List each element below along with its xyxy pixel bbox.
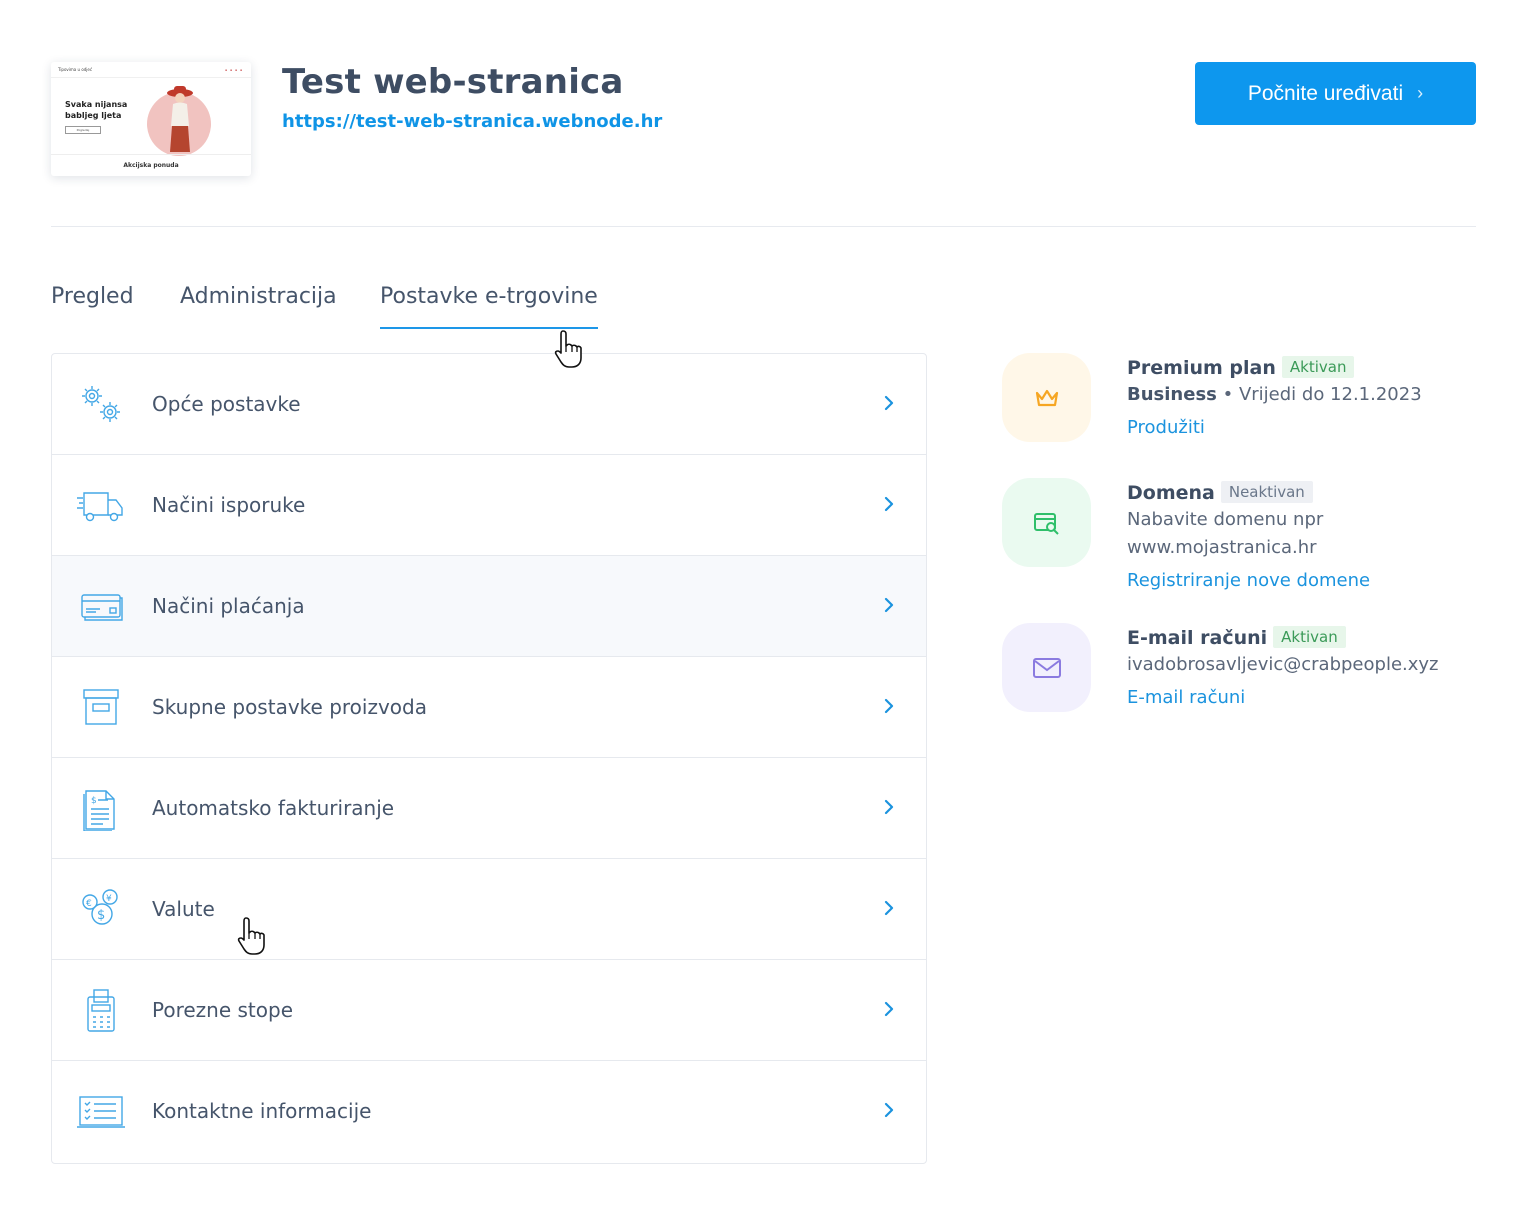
- payment-card-icon: [81, 594, 123, 621]
- status-badge: Neaktivan: [1220, 481, 1313, 503]
- product-box-icon: [83, 689, 119, 725]
- site-url-link[interactable]: https://test-web-stranica.webnode.hr: [282, 111, 662, 132]
- email-address: ivadobrosavljevic@crabpeople.xyz: [1127, 654, 1439, 675]
- list-item-label: Valute: [152, 897, 215, 921]
- list-item-label: Automatsko fakturiranje: [152, 796, 395, 820]
- email-accounts-title: E-mail računi Aktivan: [1127, 626, 1346, 649]
- plan-validity: • Vrijedi do 12.1.2023: [1222, 384, 1422, 405]
- crown-icon: [1035, 389, 1058, 406]
- chevron-right-icon: [884, 698, 894, 714]
- chevron-right-icon: [884, 1102, 894, 1118]
- page-title: Test web-stranica: [282, 62, 624, 102]
- email-accounts-link[interactable]: E-mail računi: [1127, 687, 1245, 708]
- extend-plan-link[interactable]: Produžiti: [1127, 417, 1205, 438]
- premium-plan-title: Premium plan Aktivan: [1127, 356, 1355, 379]
- header-divider: [51, 226, 1476, 227]
- list-item-currencies[interactable]: € ¥ $ Valute: [52, 859, 926, 960]
- premium-plan-icon-tile: [1002, 353, 1091, 442]
- domain-title-text: Domena: [1127, 482, 1215, 504]
- list-item-label: Kontaktne informacije: [152, 1099, 372, 1123]
- site-thumbnail[interactable]: Tipovima u odjeć ▪ ▪ ▪ ▪ Svaka nijansa b…: [51, 62, 251, 176]
- thumbnail-model-image: [167, 86, 193, 152]
- email-accounts-title-text: E-mail računi: [1127, 627, 1268, 649]
- svg-text:$: $: [97, 908, 105, 923]
- status-badge: Aktivan: [1281, 356, 1355, 378]
- list-item-label: Načini plaćanja: [152, 594, 305, 618]
- chevron-right-icon: ›: [1417, 83, 1424, 103]
- list-item-delivery-methods[interactable]: Načini isporuke: [52, 455, 926, 556]
- list-item-label: Načini isporuke: [152, 493, 306, 517]
- chevron-right-icon: [884, 1001, 894, 1017]
- thumbnail-button: Pogledaj: [65, 126, 101, 134]
- list-item-label: Skupne postavke proizvoda: [152, 695, 427, 719]
- tab-overview[interactable]: Pregled: [51, 284, 134, 309]
- register-domain-link[interactable]: Registriranje nove domene: [1127, 570, 1370, 591]
- calculator-icon: [87, 989, 115, 1032]
- contact-checklist-icon: [77, 1096, 125, 1128]
- premium-plan-title-text: Premium plan: [1127, 357, 1276, 379]
- list-item-general-settings[interactable]: Opće postavke: [52, 354, 926, 455]
- svg-text:$: $: [91, 796, 97, 806]
- domain-icon-tile: [1002, 478, 1091, 567]
- plan-name: Business: [1127, 384, 1217, 405]
- svg-text:¥: ¥: [106, 894, 112, 904]
- list-item-bulk-product-settings[interactable]: Skupne postavke proizvoda: [52, 657, 926, 758]
- domain-hint-line-2: www.mojastranica.hr: [1127, 537, 1317, 558]
- list-item-payment-methods[interactable]: Načini plaćanja: [52, 556, 926, 657]
- list-item-label: Opće postavke: [152, 392, 301, 416]
- email-icon-tile: [1002, 623, 1091, 712]
- domain-hint-line-1: Nabavite domenu npr: [1127, 509, 1324, 530]
- domain-search-icon: [1033, 512, 1059, 535]
- list-item-tax-rates[interactable]: Porezne stope: [52, 960, 926, 1061]
- eshop-settings-list: Opće postavke Načini isporuke Načini pla…: [51, 353, 927, 1164]
- invoice-document-icon: $: [83, 790, 115, 831]
- gears-icon: [82, 386, 120, 422]
- thumbnail-logo: Tipovima u odjeć: [58, 67, 93, 72]
- chevron-right-icon: [884, 900, 894, 916]
- tab-eshop-settings[interactable]: Postavke e-trgovine: [380, 284, 598, 329]
- thumbnail-navbar: Tipovima u odjeć ▪ ▪ ▪ ▪: [51, 62, 251, 78]
- thumbnail-headline: Svaka nijansa babljeg ljeta: [65, 100, 128, 120]
- svg-text:€: €: [86, 899, 92, 909]
- chevron-right-icon: [884, 597, 894, 613]
- chevron-right-icon: [884, 799, 894, 815]
- chevron-right-icon: [884, 496, 894, 512]
- delivery-truck-icon: [77, 492, 123, 522]
- thumbnail-footer: Akcijska ponuda: [51, 154, 251, 176]
- chevron-right-icon: [884, 395, 894, 411]
- thumbnail-nav-dots: ▪ ▪ ▪ ▪: [225, 68, 243, 72]
- premium-plan-details: Business • Vrijedi do 12.1.2023: [1127, 384, 1422, 405]
- list-item-label: Porezne stope: [152, 998, 294, 1022]
- domain-title: Domena Neaktivan: [1127, 481, 1313, 504]
- list-item-automatic-invoicing[interactable]: $ Automatsko fakturiranje: [52, 758, 926, 859]
- list-item-contact-information[interactable]: Kontaktne informacije: [52, 1061, 926, 1162]
- start-editing-button[interactable]: Počnite uređivati ›: [1195, 62, 1476, 125]
- status-badge: Aktivan: [1273, 626, 1346, 648]
- envelope-icon: [1032, 657, 1061, 678]
- currency-coins-icon: € ¥ $: [82, 889, 118, 925]
- start-editing-label: Počnite uređivati: [1247, 81, 1404, 105]
- tab-administration[interactable]: Administracija: [180, 284, 337, 309]
